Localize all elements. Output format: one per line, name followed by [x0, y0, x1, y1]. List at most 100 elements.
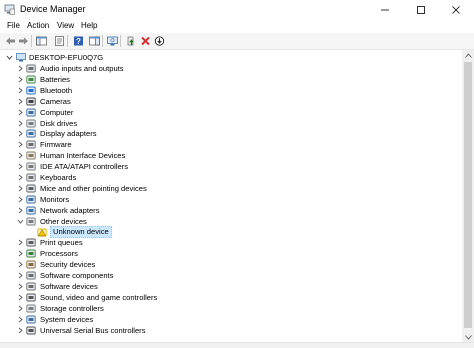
- maximize-button[interactable]: [403, 0, 439, 20]
- status-bar: [0, 342, 474, 348]
- menu-view[interactable]: View: [55, 21, 76, 30]
- chevron-right-icon[interactable]: [16, 64, 24, 73]
- chevron-right-icon[interactable]: [16, 326, 24, 335]
- chevron-right-icon[interactable]: [16, 184, 24, 193]
- hid-icon: [26, 151, 36, 160]
- chevron-right-icon[interactable]: [16, 86, 24, 95]
- chevron-down-icon[interactable]: [16, 217, 24, 226]
- help-button[interactable]: ?: [72, 35, 84, 47]
- category-item[interactable]: Security devices: [0, 259, 462, 270]
- category-label: Display adapters: [40, 129, 97, 139]
- scroll-up-icon: [464, 52, 472, 58]
- menu-file[interactable]: File: [5, 21, 22, 30]
- title-bar[interactable]: Device Manager: [0, 0, 474, 20]
- show-hide-console-tree-button[interactable]: [35, 35, 47, 47]
- device-item[interactable]: Unknown device: [0, 225, 462, 238]
- category-label: Sound, video and game controllers: [40, 292, 158, 302]
- category-item[interactable]: Software devices: [0, 281, 462, 292]
- scroll-down-button[interactable]: [462, 332, 474, 342]
- close-button[interactable]: [438, 0, 474, 20]
- category-label: Processors: [40, 249, 78, 259]
- device-tree[interactable]: DESKTOP-EFU0Q7G Audio inputs and outputs…: [0, 50, 462, 342]
- category-label: Audio inputs and outputs: [40, 64, 124, 73]
- scan-hardware-button[interactable]: [106, 35, 118, 47]
- category-item[interactable]: Processors: [0, 248, 462, 259]
- category-item[interactable]: Batteries: [0, 74, 462, 85]
- category-item[interactable]: Bluetooth: [0, 85, 462, 96]
- category-item[interactable]: Monitors: [0, 194, 462, 205]
- category-label: IDE ATA/ATAPI controllers: [40, 162, 129, 172]
- menu-action[interactable]: Action: [25, 21, 51, 30]
- category-item[interactable]: Firmware: [0, 139, 462, 150]
- chevron-right-icon[interactable]: [16, 119, 24, 128]
- show-hide-console-tree-icon: [35, 36, 47, 46]
- minimize-button[interactable]: [367, 0, 403, 20]
- back-button[interactable]: [4, 35, 16, 47]
- device-label: Unknown device: [50, 225, 112, 238]
- update-driver-button[interactable]: [125, 35, 137, 47]
- category-label: Keyboards: [40, 173, 77, 182]
- chevron-right-icon[interactable]: [16, 173, 24, 182]
- category-label: Monitors: [40, 194, 70, 204]
- action-pane-button[interactable]: [88, 35, 100, 47]
- category-item[interactable]: Keyboards: [0, 172, 462, 183]
- category-item[interactable]: Storage controllers: [0, 303, 462, 314]
- security-device-icon: [26, 260, 36, 269]
- category-item[interactable]: IDE ATA/ATAPI controllers: [0, 161, 462, 172]
- chevron-down-icon[interactable]: [5, 53, 13, 62]
- category-item[interactable]: System devices: [0, 314, 462, 325]
- properties-icon: [54, 36, 64, 46]
- category-item[interactable]: Software components: [0, 270, 462, 281]
- chevron-right-icon[interactable]: [16, 140, 24, 149]
- disk-drive-icon: [26, 119, 36, 127]
- toolbar-separator: [120, 35, 121, 47]
- category-item[interactable]: Display adapters: [0, 128, 462, 139]
- chevron-right-icon[interactable]: [16, 260, 24, 269]
- menu-help[interactable]: Help: [79, 21, 99, 30]
- tree-root-item[interactable]: DESKTOP-EFU0Q7G: [0, 52, 462, 63]
- category-item[interactable]: Universal Serial Bus controllers: [0, 325, 462, 336]
- category-item[interactable]: Disk drives: [0, 118, 462, 129]
- chevron-right-icon[interactable]: [16, 293, 24, 302]
- ide-controller-icon: [26, 162, 36, 171]
- svg-text:?: ?: [76, 37, 81, 46]
- category-item[interactable]: Network adapters: [0, 205, 462, 216]
- category-item[interactable]: Computer: [0, 107, 462, 118]
- chevron-right-icon[interactable]: [16, 162, 24, 171]
- chevron-right-icon[interactable]: [16, 315, 24, 324]
- chevron-right-icon[interactable]: [16, 195, 24, 204]
- chevron-right-icon[interactable]: [16, 108, 24, 117]
- category-item[interactable]: Sound, video and game controllers: [0, 292, 462, 303]
- chevron-right-icon[interactable]: [16, 151, 24, 160]
- camera-icon: [26, 97, 36, 106]
- category-item[interactable]: Print queues: [0, 237, 462, 248]
- scroll-up-button[interactable]: [462, 50, 474, 60]
- menu-bar: File Action View Help: [0, 20, 474, 33]
- keyboard-icon: [26, 173, 36, 182]
- chevron-right-icon[interactable]: [16, 271, 24, 280]
- category-item[interactable]: Cameras: [0, 96, 462, 107]
- disable-device-button[interactable]: [153, 35, 165, 47]
- chevron-right-icon[interactable]: [16, 238, 24, 247]
- category-label: Firmware: [40, 140, 72, 150]
- category-item[interactable]: Mice and other pointing devices: [0, 183, 462, 194]
- vertical-scrollbar[interactable]: [462, 50, 474, 342]
- uninstall-device-icon: [140, 36, 150, 46]
- category-label: Mice and other pointing devices: [40, 183, 147, 193]
- forward-button[interactable]: [17, 35, 29, 47]
- computer-icon: [16, 53, 26, 62]
- chevron-right-icon[interactable]: [16, 304, 24, 313]
- chevron-right-icon[interactable]: [16, 282, 24, 291]
- chevron-right-icon[interactable]: [16, 129, 24, 138]
- uninstall-device-button[interactable]: [139, 35, 151, 47]
- usb-icon: [26, 326, 36, 335]
- chevron-right-icon[interactable]: [16, 249, 24, 258]
- properties-button[interactable]: [53, 35, 65, 47]
- scrollbar-thumb[interactable]: [464, 62, 472, 328]
- chevron-right-icon[interactable]: [16, 75, 24, 84]
- chevron-right-icon[interactable]: [16, 97, 24, 106]
- chevron-right-icon[interactable]: [16, 206, 24, 215]
- category-label: Universal Serial Bus controllers: [40, 325, 146, 335]
- category-item[interactable]: Human Interface Devices: [0, 150, 462, 161]
- category-item[interactable]: Audio inputs and outputs: [0, 63, 462, 74]
